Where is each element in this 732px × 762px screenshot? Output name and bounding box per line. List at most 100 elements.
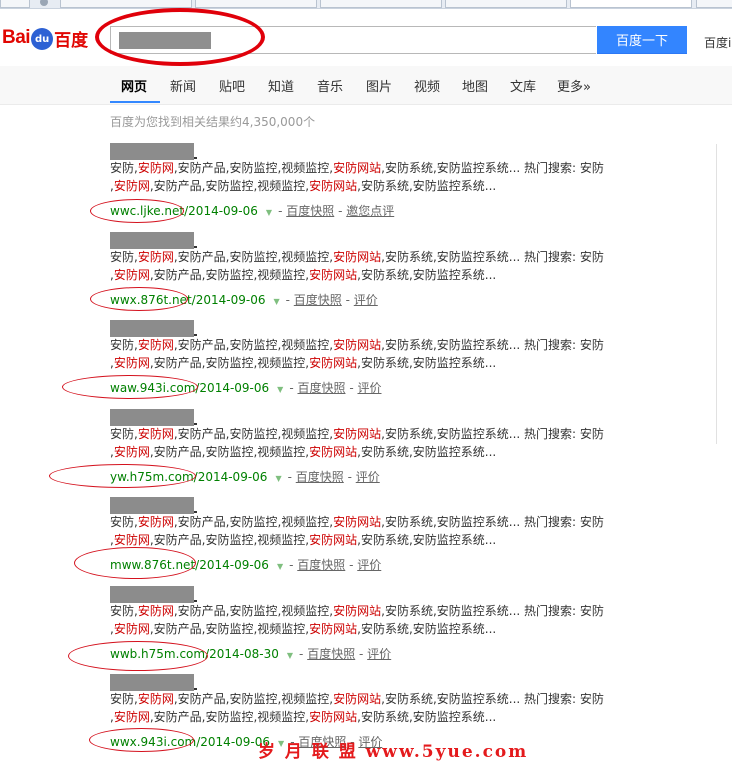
result-abstract-line: 安防,安防网,安防产品,安防监控,视频监控,安防网站,安防系统,安防监控系统..… <box>110 159 710 177</box>
annotation-ellipse <box>49 464 196 488</box>
review-link[interactable]: 评价 <box>357 381 381 395</box>
keyword-highlight: 安防网 <box>113 268 150 282</box>
review-link[interactable]: 评价 <box>357 558 381 572</box>
result-abstract-line: ,安防网,安防产品,安防监控,视频监控,安防网站,安防系统,安防监控系统... <box>110 177 710 195</box>
dropdown-caret-icon[interactable]: ▼ <box>277 385 283 394</box>
keyword-highlight: 安防网站 <box>309 533 358 547</box>
dropdown-caret-icon[interactable]: ▼ <box>266 208 272 217</box>
snapshot-link[interactable]: 百度快照 <box>307 647 355 661</box>
tab-map[interactable]: 地图 <box>462 76 488 95</box>
snapshot-link[interactable]: 百度快照 <box>294 293 342 307</box>
result-abstract-line: 安防,安防网,安防产品,安防监控,视频监控,安防网站,安防系统,安防监控系统..… <box>110 336 710 354</box>
review-link[interactable]: 评价 <box>354 293 378 307</box>
keyword-highlight: 安防网站 <box>333 515 382 529</box>
browser-tab-strip <box>0 0 732 9</box>
keyword-highlight: 安防网 <box>113 622 150 636</box>
redacted-result-title[interactable] <box>110 497 197 514</box>
keyword-highlight: 安防网 <box>137 692 174 706</box>
redacted-result-title[interactable] <box>110 320 197 337</box>
snapshot-link[interactable]: 百度快照 <box>286 204 334 218</box>
header-side-link[interactable]: 百度i <box>704 34 731 51</box>
abstract-text: ,安防系统,安防监控系统... <box>357 268 497 282</box>
redacted-result-title[interactable] <box>110 232 197 249</box>
dropdown-caret-icon[interactable]: ▼ <box>275 474 281 483</box>
tab-wenku[interactable]: 文库 <box>510 76 536 95</box>
dropdown-caret-icon[interactable]: ▼ <box>287 651 293 660</box>
separator: - <box>345 558 358 572</box>
annotation-ellipse <box>90 287 188 311</box>
review-link[interactable]: 评价 <box>367 647 391 661</box>
snapshot-link[interactable]: 百度快照 <box>297 558 345 572</box>
abstract-text: 安防, <box>110 604 138 618</box>
dropdown-caret-icon[interactable]: ▼ <box>277 562 283 571</box>
abstract-text: ,安防产品,安防监控,视频监控, <box>173 692 334 706</box>
scroll-track <box>716 144 717 444</box>
tab-news[interactable]: 新闻 <box>170 76 196 95</box>
abstract-text: ,安防系统,安防监控系统... 热门搜索: 安防 <box>381 515 604 529</box>
tab-favicon-icon <box>40 0 48 6</box>
baidu-logo[interactable]: Bai du 百度 <box>2 23 88 53</box>
snapshot-link[interactable]: 百度快照 <box>297 381 345 395</box>
tab-zhidao[interactable]: 知道 <box>268 76 294 95</box>
separator: - <box>343 470 356 484</box>
tab-video[interactable]: 视频 <box>414 76 440 95</box>
dropdown-caret-icon[interactable]: ▼ <box>273 297 279 306</box>
abstract-text: ,安防产品,安防监控,视频监控, <box>173 427 334 441</box>
abstract-text: ,安防产品,安防监控,视频监控, <box>149 710 310 724</box>
result-abstract-line: ,安防网,安防产品,安防监控,视频监控,安防网站,安防系统,安防监控系统... <box>110 620 710 638</box>
keyword-highlight: 安防网 <box>113 179 150 193</box>
logo-text-baidu: 百度 <box>54 30 89 51</box>
keyword-highlight: 安防网站 <box>333 161 382 175</box>
tab-music[interactable]: 音乐 <box>317 76 343 95</box>
abstract-text: ,安防产品,安防监控,视频监控, <box>149 622 310 636</box>
tab-web[interactable]: 网页 <box>121 76 147 95</box>
annotation-circle <box>95 8 265 66</box>
abstract-text: ,安防系统,安防监控系统... 热门搜索: 安防 <box>381 338 604 352</box>
keyword-highlight: 安防网站 <box>333 692 382 706</box>
result-date: 2014-09-06 <box>195 293 266 307</box>
abstract-text: ,安防产品,安防监控,视频监控, <box>149 356 310 370</box>
result-count: 百度为您找到相关结果约4,350,000个 <box>110 115 316 129</box>
browser-tab[interactable] <box>0 0 30 8</box>
abstract-text: ,安防产品,安防监控,视频监控, <box>173 515 334 529</box>
search-button[interactable]: 百度一下 <box>597 26 687 54</box>
logo-text-bai: Bai <box>2 27 31 48</box>
redacted-result-title[interactable] <box>110 586 197 603</box>
abstract-text: 安防, <box>110 338 138 352</box>
result-abstract-line: ,安防网,安防产品,安防监控,视频监控,安防网站,安防系统,安防监控系统... <box>110 266 710 284</box>
review-link[interactable]: 评价 <box>356 470 380 484</box>
redacted-result-title[interactable] <box>110 674 197 691</box>
keyword-highlight: 安防网站 <box>333 250 382 264</box>
abstract-text: ,安防产品,安防监控,视频监控, <box>173 161 334 175</box>
browser-tab[interactable] <box>696 0 732 8</box>
browser-tab[interactable] <box>320 0 442 8</box>
keyword-highlight: 安防网站 <box>309 268 358 282</box>
redacted-result-title[interactable] <box>110 409 197 426</box>
browser-tab[interactable] <box>445 0 567 8</box>
keyword-highlight: 安防网 <box>113 356 150 370</box>
browser-tab[interactable] <box>60 0 192 8</box>
browser-tab[interactable] <box>195 0 317 8</box>
review-link[interactable]: 邀您点评 <box>346 204 394 218</box>
redacted-result-title[interactable] <box>110 143 197 160</box>
keyword-highlight: 安防网站 <box>333 427 382 441</box>
abstract-text: 安防, <box>110 427 138 441</box>
annotation-ellipse <box>68 641 208 671</box>
active-tab-indicator <box>110 101 160 103</box>
abstract-text: 安防, <box>110 250 138 264</box>
snapshot-link[interactable]: 百度快照 <box>296 470 344 484</box>
browser-tab-active[interactable] <box>570 0 692 8</box>
separator: - <box>287 470 296 484</box>
abstract-text: 安防, <box>110 161 138 175</box>
result-abstract-line: ,安防网,安防产品,安防监控,视频监控,安防网站,安防系统,安防监控系统... <box>110 443 710 461</box>
tab-images[interactable]: 图片 <box>366 76 392 95</box>
abstract-text: ,安防系统,安防监控系统... <box>357 356 497 370</box>
tab-tieba[interactable]: 贴吧 <box>219 76 245 95</box>
keyword-highlight: 安防网 <box>137 338 174 352</box>
tab-more[interactable]: 更多» <box>557 76 591 95</box>
result-abstract-line: ,安防网,安防产品,安防监控,视频监控,安防网站,安防系统,安防监控系统... <box>110 531 710 549</box>
abstract-text: ,安防系统,安防监控系统... <box>357 622 497 636</box>
keyword-highlight: 安防网 <box>137 604 174 618</box>
keyword-highlight: 安防网 <box>113 533 150 547</box>
watermark: 岁 月 联 盟 www.5yue.com <box>258 742 529 762</box>
